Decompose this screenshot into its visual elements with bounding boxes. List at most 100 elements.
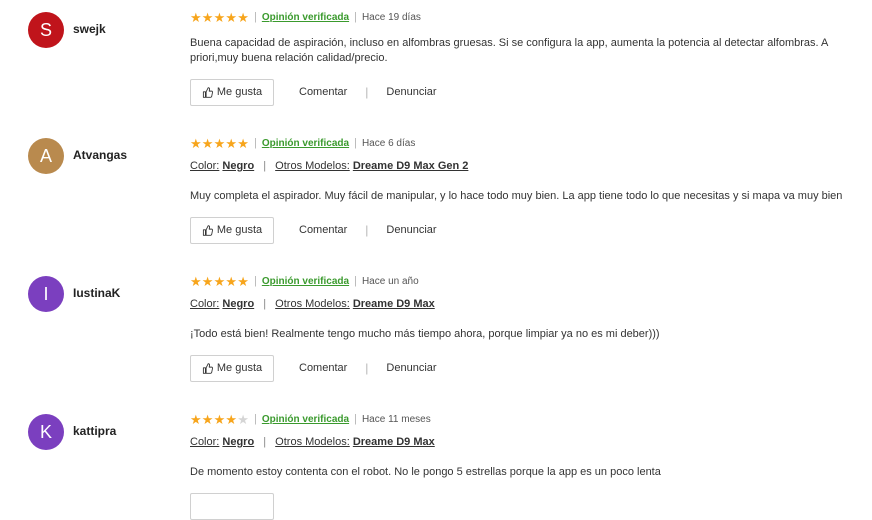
report-link[interactable]: Denunciar xyxy=(386,362,436,374)
star-rating: ★ ★ ★ ★ ★ xyxy=(190,11,249,24)
avatar[interactable]: S xyxy=(28,12,64,48)
like-button[interactable]: Me gusta xyxy=(190,354,274,382)
verified-badge[interactable]: Opinión verificada xyxy=(262,12,349,23)
avatar[interactable]: A xyxy=(28,138,64,174)
review-item: K kattipra ★ ★ ★ ★ ★ | Opinión verificad… xyxy=(0,402,872,520)
review-actions: Me gusta Comentar | Denunciar xyxy=(190,354,437,382)
star-icon: ★ xyxy=(225,135,238,151)
review-text: Muy completa el aspirador. Muy fácil de … xyxy=(190,190,843,202)
model-value[interactable]: Dreame D9 Max xyxy=(353,298,435,310)
like-button[interactable]: Me gusta xyxy=(190,78,274,106)
divider: | xyxy=(354,413,357,425)
color-label[interactable]: Color: xyxy=(190,160,219,172)
star-icon: ★ xyxy=(201,411,214,427)
divider: | xyxy=(263,160,267,172)
review-date: Hace 19 días xyxy=(361,11,421,23)
review-item: S swejk ★ ★ ★ ★ ★ | Opinión verificada |… xyxy=(0,0,872,138)
star-icon: ★ xyxy=(237,135,249,151)
report-link[interactable]: Denunciar xyxy=(386,224,436,236)
divider: | xyxy=(354,11,357,23)
verified-badge[interactable]: Opinión verificada xyxy=(262,138,349,149)
star-icon: ★ xyxy=(201,273,214,289)
thumbs-up-icon xyxy=(202,362,213,374)
star-rating: ★ ★ ★ ★ ★ xyxy=(190,275,249,288)
color-value[interactable]: Negro xyxy=(222,160,254,172)
verified-badge[interactable]: Opinión verificada xyxy=(262,276,349,287)
star-icon: ★ xyxy=(190,135,202,151)
divider: | xyxy=(253,413,257,425)
verified-badge[interactable]: Opinión verificada xyxy=(262,414,349,425)
review-username[interactable]: swejk xyxy=(73,22,106,36)
review-text: ¡Todo está bien! Realmente tengo mucho m… xyxy=(190,328,660,340)
divider: | xyxy=(253,137,257,149)
review-username[interactable]: kattipra xyxy=(73,424,116,438)
color-label[interactable]: Color: xyxy=(190,436,219,448)
model-label[interactable]: Otros Modelos: xyxy=(275,298,350,310)
comment-link[interactable]: Comentar xyxy=(299,362,347,374)
review-attributes: Color: Negro | Otros Modelos: Dreame D9 … xyxy=(190,160,468,172)
comment-link[interactable]: Comentar xyxy=(299,224,347,236)
star-icon: ★ xyxy=(225,273,238,289)
like-label: Me gusta xyxy=(216,86,263,98)
thumbs-up-icon xyxy=(202,224,213,236)
avatar[interactable]: I xyxy=(28,276,64,312)
review-item: A Atvangas ★ ★ ★ ★ ★ | Opinión verificad… xyxy=(0,126,872,264)
divider: | xyxy=(253,275,257,287)
divider: | xyxy=(354,275,357,287)
review-attributes: Color: Negro | Otros Modelos: Dreame D9 … xyxy=(190,298,435,310)
divider: | xyxy=(365,85,369,99)
star-icon: ★ xyxy=(213,9,226,25)
review-meta: ★ ★ ★ ★ ★ | Opinión verificada | Hace 6 … xyxy=(190,136,415,150)
review-attributes: Color: Negro | Otros Modelos: Dreame D9 … xyxy=(190,436,435,448)
divider: | xyxy=(263,298,267,310)
review-item: I IustinaK ★ ★ ★ ★ ★ | Opinión verificad… xyxy=(0,264,872,402)
divider: | xyxy=(365,361,369,375)
thumbs-up-icon xyxy=(202,86,213,98)
comment-link[interactable]: Comentar xyxy=(299,86,347,98)
star-icon: ★ xyxy=(201,9,214,25)
divider: | xyxy=(253,11,257,23)
model-label[interactable]: Otros Modelos: xyxy=(275,436,350,448)
star-icon: ★ xyxy=(201,135,214,151)
divider: | xyxy=(365,223,369,237)
review-username[interactable]: IustinaK xyxy=(73,286,120,300)
review-username[interactable]: Atvangas xyxy=(73,148,127,162)
divider: | xyxy=(263,436,267,448)
star-icon: ★ xyxy=(213,273,226,289)
star-icon: ★ xyxy=(190,273,202,289)
like-button[interactable]: Me gusta xyxy=(190,216,274,244)
review-actions xyxy=(190,492,274,520)
avatar[interactable]: K xyxy=(28,414,64,450)
star-empty-icon: ★ xyxy=(237,411,249,427)
color-value[interactable]: Negro xyxy=(222,298,254,310)
review-date: Hace 11 meses xyxy=(361,413,431,425)
model-value[interactable]: Dreame D9 Max Gen 2 xyxy=(353,160,469,172)
star-rating: ★ ★ ★ ★ ★ xyxy=(190,137,249,150)
star-rating: ★ ★ ★ ★ ★ xyxy=(190,413,249,426)
review-actions: Me gusta Comentar | Denunciar xyxy=(190,216,437,244)
star-icon: ★ xyxy=(225,411,238,427)
model-label[interactable]: Otros Modelos: xyxy=(275,160,350,172)
star-icon: ★ xyxy=(237,273,249,289)
review-actions: Me gusta Comentar | Denunciar xyxy=(190,78,437,106)
color-label[interactable]: Color: xyxy=(190,298,219,310)
model-value[interactable]: Dreame D9 Max xyxy=(353,436,435,448)
star-icon: ★ xyxy=(213,135,226,151)
star-icon: ★ xyxy=(225,9,238,25)
review-date: Hace 6 días xyxy=(361,137,416,149)
star-icon: ★ xyxy=(190,411,202,427)
review-date: Hace un año xyxy=(361,275,419,287)
like-button[interactable] xyxy=(190,492,274,520)
review-meta: ★ ★ ★ ★ ★ | Opinión verificada | Hace 19… xyxy=(190,10,421,24)
review-text: De momento estoy contenta con el robot. … xyxy=(190,466,661,478)
like-label: Me gusta xyxy=(216,224,263,236)
report-link[interactable]: Denunciar xyxy=(386,86,436,98)
review-meta: ★ ★ ★ ★ ★ | Opinión verificada | Hace 11… xyxy=(190,412,431,426)
review-meta: ★ ★ ★ ★ ★ | Opinión verificada | Hace un… xyxy=(190,274,419,288)
divider: | xyxy=(354,137,357,149)
review-text: Buena capacidad de aspiración, incluso e… xyxy=(190,37,828,64)
star-icon: ★ xyxy=(237,9,249,25)
color-value[interactable]: Negro xyxy=(222,436,254,448)
like-label: Me gusta xyxy=(216,362,263,374)
star-icon: ★ xyxy=(190,9,202,25)
